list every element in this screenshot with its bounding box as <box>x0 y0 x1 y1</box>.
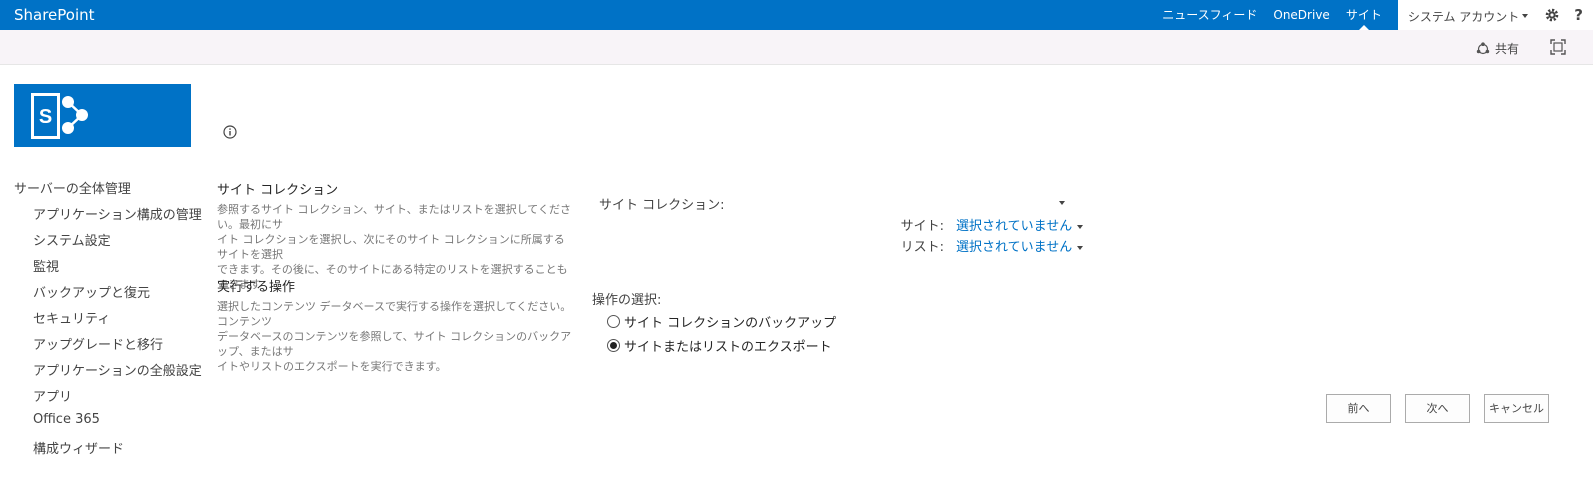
nav-header-central-admin[interactable]: サーバーの全体管理 <box>14 178 131 197</box>
gear-icon[interactable] <box>1544 7 1560 23</box>
site-collection-section-title: サイト コレクション <box>217 183 339 198</box>
operation-section-title: 実行する操作 <box>217 280 296 295</box>
list-picker[interactable]: 選択されていません <box>956 236 1084 255</box>
focus-on-content-icon[interactable] <box>1550 39 1566 55</box>
help-icon[interactable]: ? <box>1574 6 1583 24</box>
site-collection-dropdown[interactable] <box>1059 201 1065 205</box>
nav-item-upgrade-migration[interactable]: アップグレードと移行 <box>33 334 163 353</box>
operation-section-description: 選択したコンテンツ データベースで実行する操作を選択してください。コンテンツ デ… <box>217 299 573 374</box>
quick-launch: サーバーの全体管理 アプリケーション構成の管理 システム設定 監視 バックアップ… <box>14 178 202 457</box>
site-picker[interactable]: 選択されていません <box>956 215 1084 234</box>
site-picker-value: 選択されていません <box>956 219 1073 234</box>
radio-export-site-or-list[interactable]: サイトまたはリストのエクスポート <box>607 336 832 355</box>
nav-item-system-settings[interactable]: システム設定 <box>33 230 111 249</box>
app-brand[interactable]: SharePoint <box>14 6 95 24</box>
suite-links: ニュースフィード OneDrive サイト システム アカウント ? <box>1162 0 1593 30</box>
nav-item-general-app-settings[interactable]: アプリケーションの全般設定 <box>33 360 202 379</box>
radio-label: サイト コレクションのバックアップ <box>624 316 837 331</box>
radio-button[interactable] <box>607 339 620 352</box>
chevron-down-icon <box>1077 245 1084 250</box>
share-button[interactable]: 共有 <box>1476 40 1519 57</box>
svg-text:S: S <box>39 106 52 128</box>
account-name: システム アカウント <box>1407 9 1520 24</box>
chevron-down-icon <box>1077 224 1084 229</box>
list-picker-value: 選択されていません <box>956 240 1073 255</box>
site-collection-label: サイト コレクション: <box>599 198 725 213</box>
prev-button[interactable]: 前へ <box>1326 394 1391 423</box>
description-line: データベースのコンテンツを参照して、サイト コレクションのバックアップ、またはサ <box>217 330 572 358</box>
share-icon <box>1476 41 1490 54</box>
ribbon-bar: 共有 <box>0 30 1593 65</box>
chevron-down-icon <box>1522 14 1529 18</box>
account-area: システム アカウント ? <box>1397 0 1593 30</box>
site-logo[interactable]: S <box>14 84 191 147</box>
onedrive-link[interactable]: OneDrive <box>1273 0 1329 30</box>
nav-item-monitoring[interactable]: 監視 <box>33 256 59 275</box>
site-label: サイト: <box>900 219 944 234</box>
operation-label: 操作の選択: <box>592 293 662 308</box>
share-label: 共有 <box>1494 42 1519 56</box>
nav-item-app-management[interactable]: アプリケーション構成の管理 <box>33 204 202 223</box>
radio-backup-site-collection[interactable]: サイト コレクションのバックアップ <box>607 312 836 331</box>
nav-item-apps[interactable]: アプリ <box>33 386 72 405</box>
suite-bar: SharePoint ニュースフィード OneDrive サイト システム アカ… <box>0 0 1593 30</box>
account-menu[interactable]: システム アカウント <box>1407 6 1529 25</box>
nav-item-security[interactable]: セキュリティ <box>33 308 110 327</box>
list-label: リスト: <box>900 240 944 255</box>
description-line: 参照するサイト コレクション、サイト、またはリストを選択してください。最初にサ <box>217 203 571 231</box>
description-line: イト コレクションを選択し、次にそのサイト コレクションに所属するサイトを選択 <box>217 233 565 261</box>
newsfeed-link[interactable]: ニュースフィード <box>1162 0 1257 30</box>
next-button[interactable]: 次へ <box>1405 394 1470 423</box>
radio-label: サイトまたはリストのエクスポート <box>624 340 832 355</box>
sharepoint-logo-icon: S <box>31 93 88 139</box>
nav-item-backup-restore[interactable]: バックアップと復元 <box>33 282 150 301</box>
nav-item-office365[interactable]: Office 365 <box>33 412 100 427</box>
sites-link[interactable]: サイト <box>1346 0 1382 30</box>
info-icon[interactable] <box>222 124 238 140</box>
description-line: イトやリストのエクスポートを実行できます。 <box>217 360 447 373</box>
description-line: 選択したコンテンツ データベースで実行する操作を選択してください。コンテンツ <box>217 300 572 328</box>
radio-button[interactable] <box>607 315 620 328</box>
cancel-button[interactable]: キャンセル <box>1484 394 1549 423</box>
nav-item-config-wizards[interactable]: 構成ウィザード <box>33 438 124 457</box>
